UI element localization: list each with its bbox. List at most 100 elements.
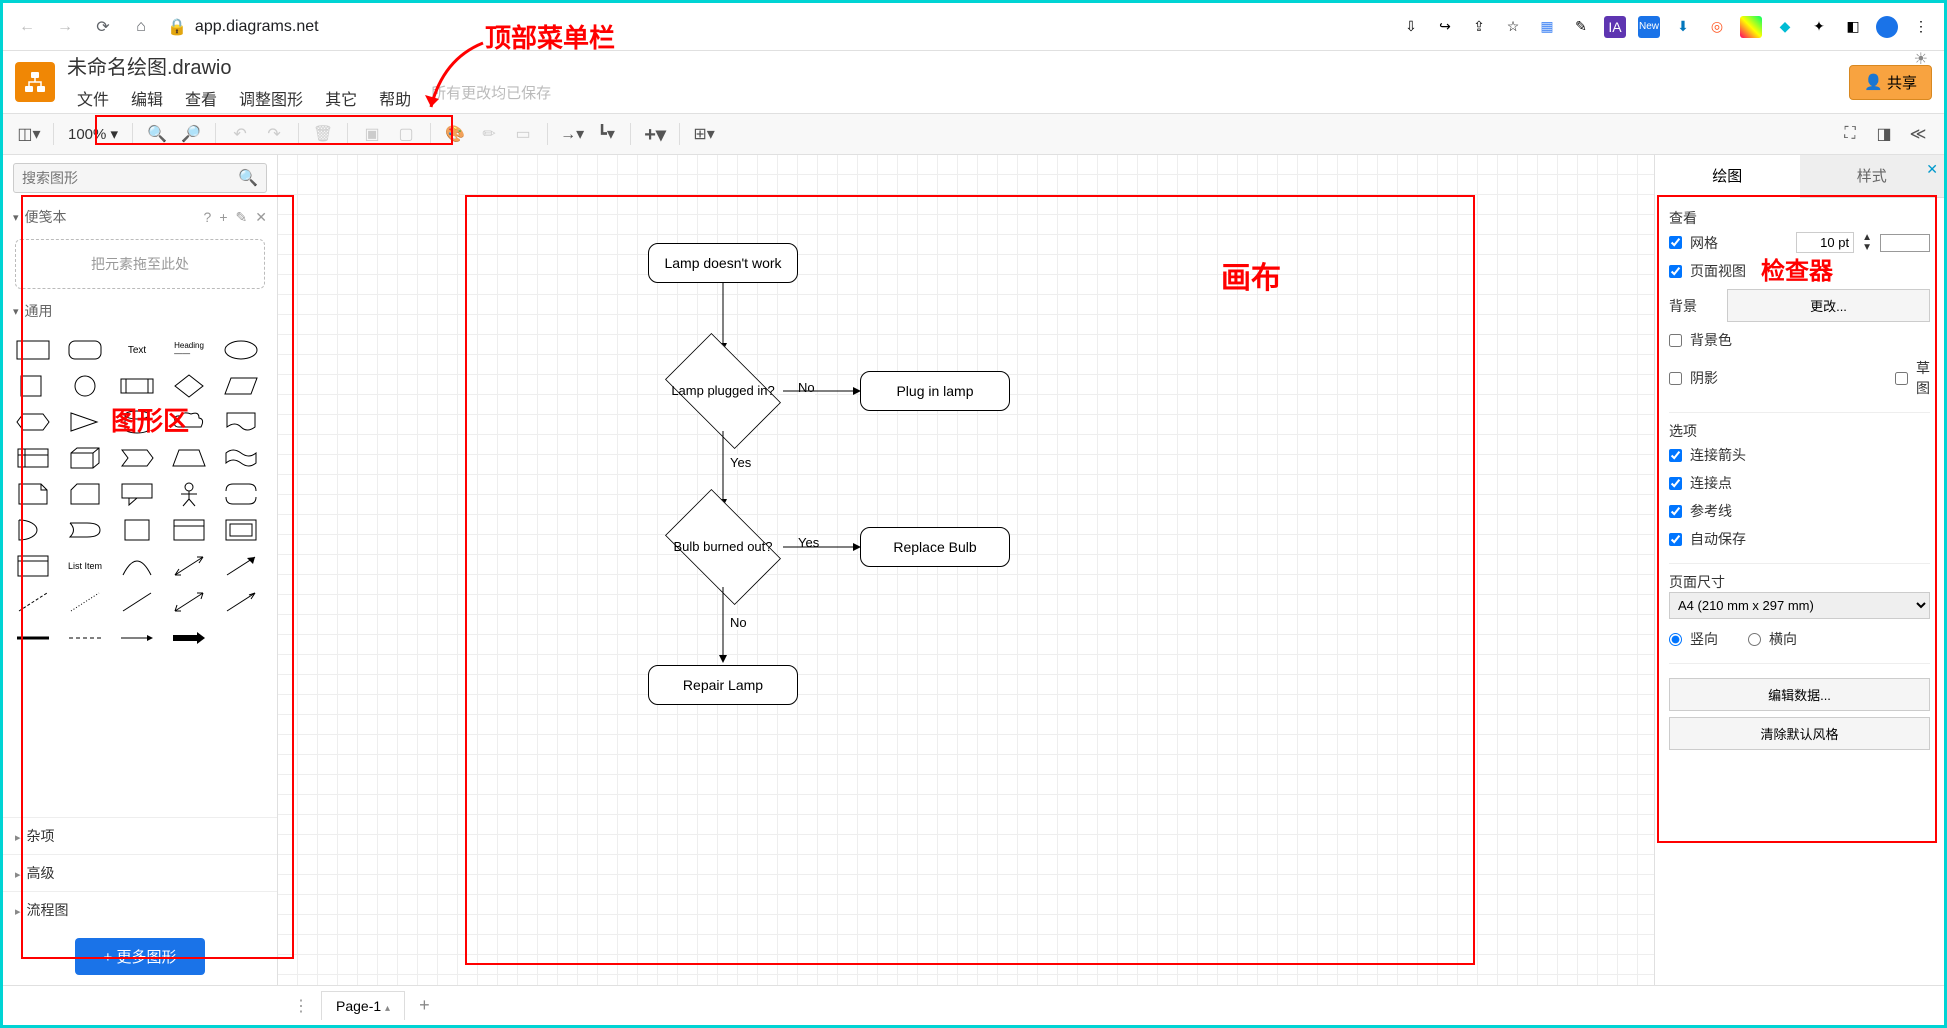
nav-reload-icon[interactable]: ⟳ [91,15,115,39]
shape-bidir[interactable] [169,587,209,617]
help-icon[interactable]: ? [204,209,212,226]
shape-datastore[interactable] [117,515,157,545]
shape-document[interactable] [221,407,261,437]
landscape-radio[interactable] [1748,633,1761,646]
shape-container[interactable] [169,515,209,545]
general-header[interactable]: ▾ 通用 [3,295,277,327]
menu-arrange[interactable]: 调整图形 [229,82,313,114]
shape-and[interactable] [65,515,105,545]
edit-icon[interactable]: ✎ [236,209,248,226]
zoom-out-icon[interactable]: 🔎 [177,120,205,148]
page-tab[interactable]: Page-1 ▴ [321,991,405,1020]
shape-note[interactable] [13,479,53,509]
ext-icon[interactable]: ⬇ [1672,16,1694,38]
menu-help[interactable]: 帮助 [369,82,421,114]
bgcolor-checkbox[interactable] [1669,334,1682,347]
shape-dashed[interactable] [13,587,53,617]
fill-color-icon[interactable]: 🎨 [441,120,469,148]
shape-frame[interactable] [221,515,261,545]
menu-file[interactable]: 文件 [67,82,119,114]
menu-extras[interactable]: 其它 [315,82,367,114]
tab-diagram[interactable]: 绘图 [1655,155,1800,198]
shape-rounded[interactable] [65,335,105,365]
flowchart-action-1[interactable]: Plug in lamp [860,371,1010,411]
grid-checkbox[interactable] [1669,236,1682,249]
shape-list[interactable] [13,551,53,581]
shape-triangle[interactable] [65,407,105,437]
shape-process[interactable] [117,371,157,401]
theme-icon[interactable]: ☀ [1914,49,1928,69]
insert-icon[interactable]: +▾ [641,120,669,148]
ext-icon[interactable]: IA [1604,16,1626,38]
menu-view[interactable]: 查看 [175,82,227,114]
shadow-icon[interactable]: ▭ [509,120,537,148]
connection-icon[interactable]: →▾ [558,120,586,148]
table-icon[interactable]: ⊞▾ [690,120,718,148]
document-title[interactable]: 未命名绘图.drawio [67,51,551,80]
shape-internal[interactable] [13,443,53,473]
flowchart-end[interactable]: Repair Lamp [648,665,798,705]
shape-callout[interactable] [117,479,157,509]
category-advanced[interactable]: 高级 [3,854,277,891]
flowchart-action-2[interactable]: Replace Bulb [860,527,1010,567]
shape-parallelogram[interactable] [221,371,261,401]
shadow-checkbox[interactable] [1669,372,1682,385]
shape-line[interactable] [117,587,157,617]
shape-heading[interactable]: Heading—— [169,335,209,365]
category-flowchart[interactable]: 流程图 [3,891,277,928]
conn-points-checkbox[interactable] [1669,477,1682,490]
more-shapes-button[interactable]: + 更多图形 [75,938,205,975]
shape-text[interactable]: Text [117,335,157,365]
scratchpad-dropzone[interactable]: 把元素拖至此处 [15,239,265,289]
ext-icon[interactable]: ▦ [1536,16,1558,38]
shape-trapezoid[interactable] [169,443,209,473]
shape-dir-arrow[interactable] [221,587,261,617]
pages-menu-icon[interactable]: ⋮ [285,992,317,1020]
edit-data-button[interactable]: 编辑数据... [1669,678,1930,711]
shape-rect[interactable] [13,335,53,365]
flowchart-decision-2[interactable]: Bulb burned out? [663,507,783,587]
shape-card[interactable] [65,479,105,509]
canvas[interactable]: Lamp doesn't work Lamp plugged in? No Pl… [278,155,1654,985]
search-input[interactable] [22,170,238,186]
undo-icon[interactable]: ↶ [226,120,254,148]
shape-dotted[interactable] [65,587,105,617]
search-icon[interactable]: 🔍 [238,168,258,188]
flowchart-decision-1[interactable]: Lamp plugged in? [663,351,783,431]
shape-thickline[interactable] [13,623,53,653]
app-logo-icon[interactable] [15,62,55,102]
waypoint-icon[interactable]: ┗▾ [592,120,620,148]
ext-icon[interactable]: ✎ [1570,16,1592,38]
format-toggle-icon[interactable]: ◨ [1870,120,1898,148]
shape-cloud[interactable] [169,407,209,437]
zoom-select[interactable]: 100% ▾ [64,125,122,143]
add-page-button[interactable]: + [409,991,440,1020]
share-button[interactable]: 👤 共享 [1849,65,1932,100]
to-front-icon[interactable]: ▣ [358,120,386,148]
shape-curly[interactable] [221,479,261,509]
conn-arrows-checkbox[interactable] [1669,449,1682,462]
ext-icon[interactable]: ↪ [1434,16,1456,38]
guides-checkbox[interactable] [1669,505,1682,518]
share-icon[interactable]: ⇪ [1468,16,1490,38]
portrait-radio[interactable] [1669,633,1682,646]
delete-icon[interactable]: 🗑 [309,120,337,148]
to-back-icon[interactable]: ▢ [392,120,420,148]
stepper-up-icon[interactable]: ▲ [1862,233,1872,243]
url-bar[interactable]: 🔒 app.diagrams.net [167,17,319,37]
add-icon[interactable]: + [219,209,227,226]
sidepanel-icon[interactable]: ◧ [1842,16,1864,38]
collapse-icon[interactable]: ≪ [1904,120,1932,148]
shape-thickarrow[interactable] [169,623,209,653]
stepper-down-icon[interactable]: ▼ [1862,243,1872,253]
ext-icon[interactable]: ◆ [1774,16,1796,38]
close-icon[interactable]: ✕ [255,209,267,226]
shape-hexagon[interactable] [13,407,53,437]
bookmark-icon[interactable]: ☆ [1502,16,1524,38]
shape-step[interactable] [117,443,157,473]
page-size-select[interactable]: A4 (210 mm x 297 mm) [1669,592,1930,619]
pageview-checkbox[interactable] [1669,265,1682,278]
zoom-in-icon[interactable]: 🔍 [143,120,171,148]
shape-diamond[interactable] [169,371,209,401]
ext-icon[interactable] [1740,16,1762,38]
